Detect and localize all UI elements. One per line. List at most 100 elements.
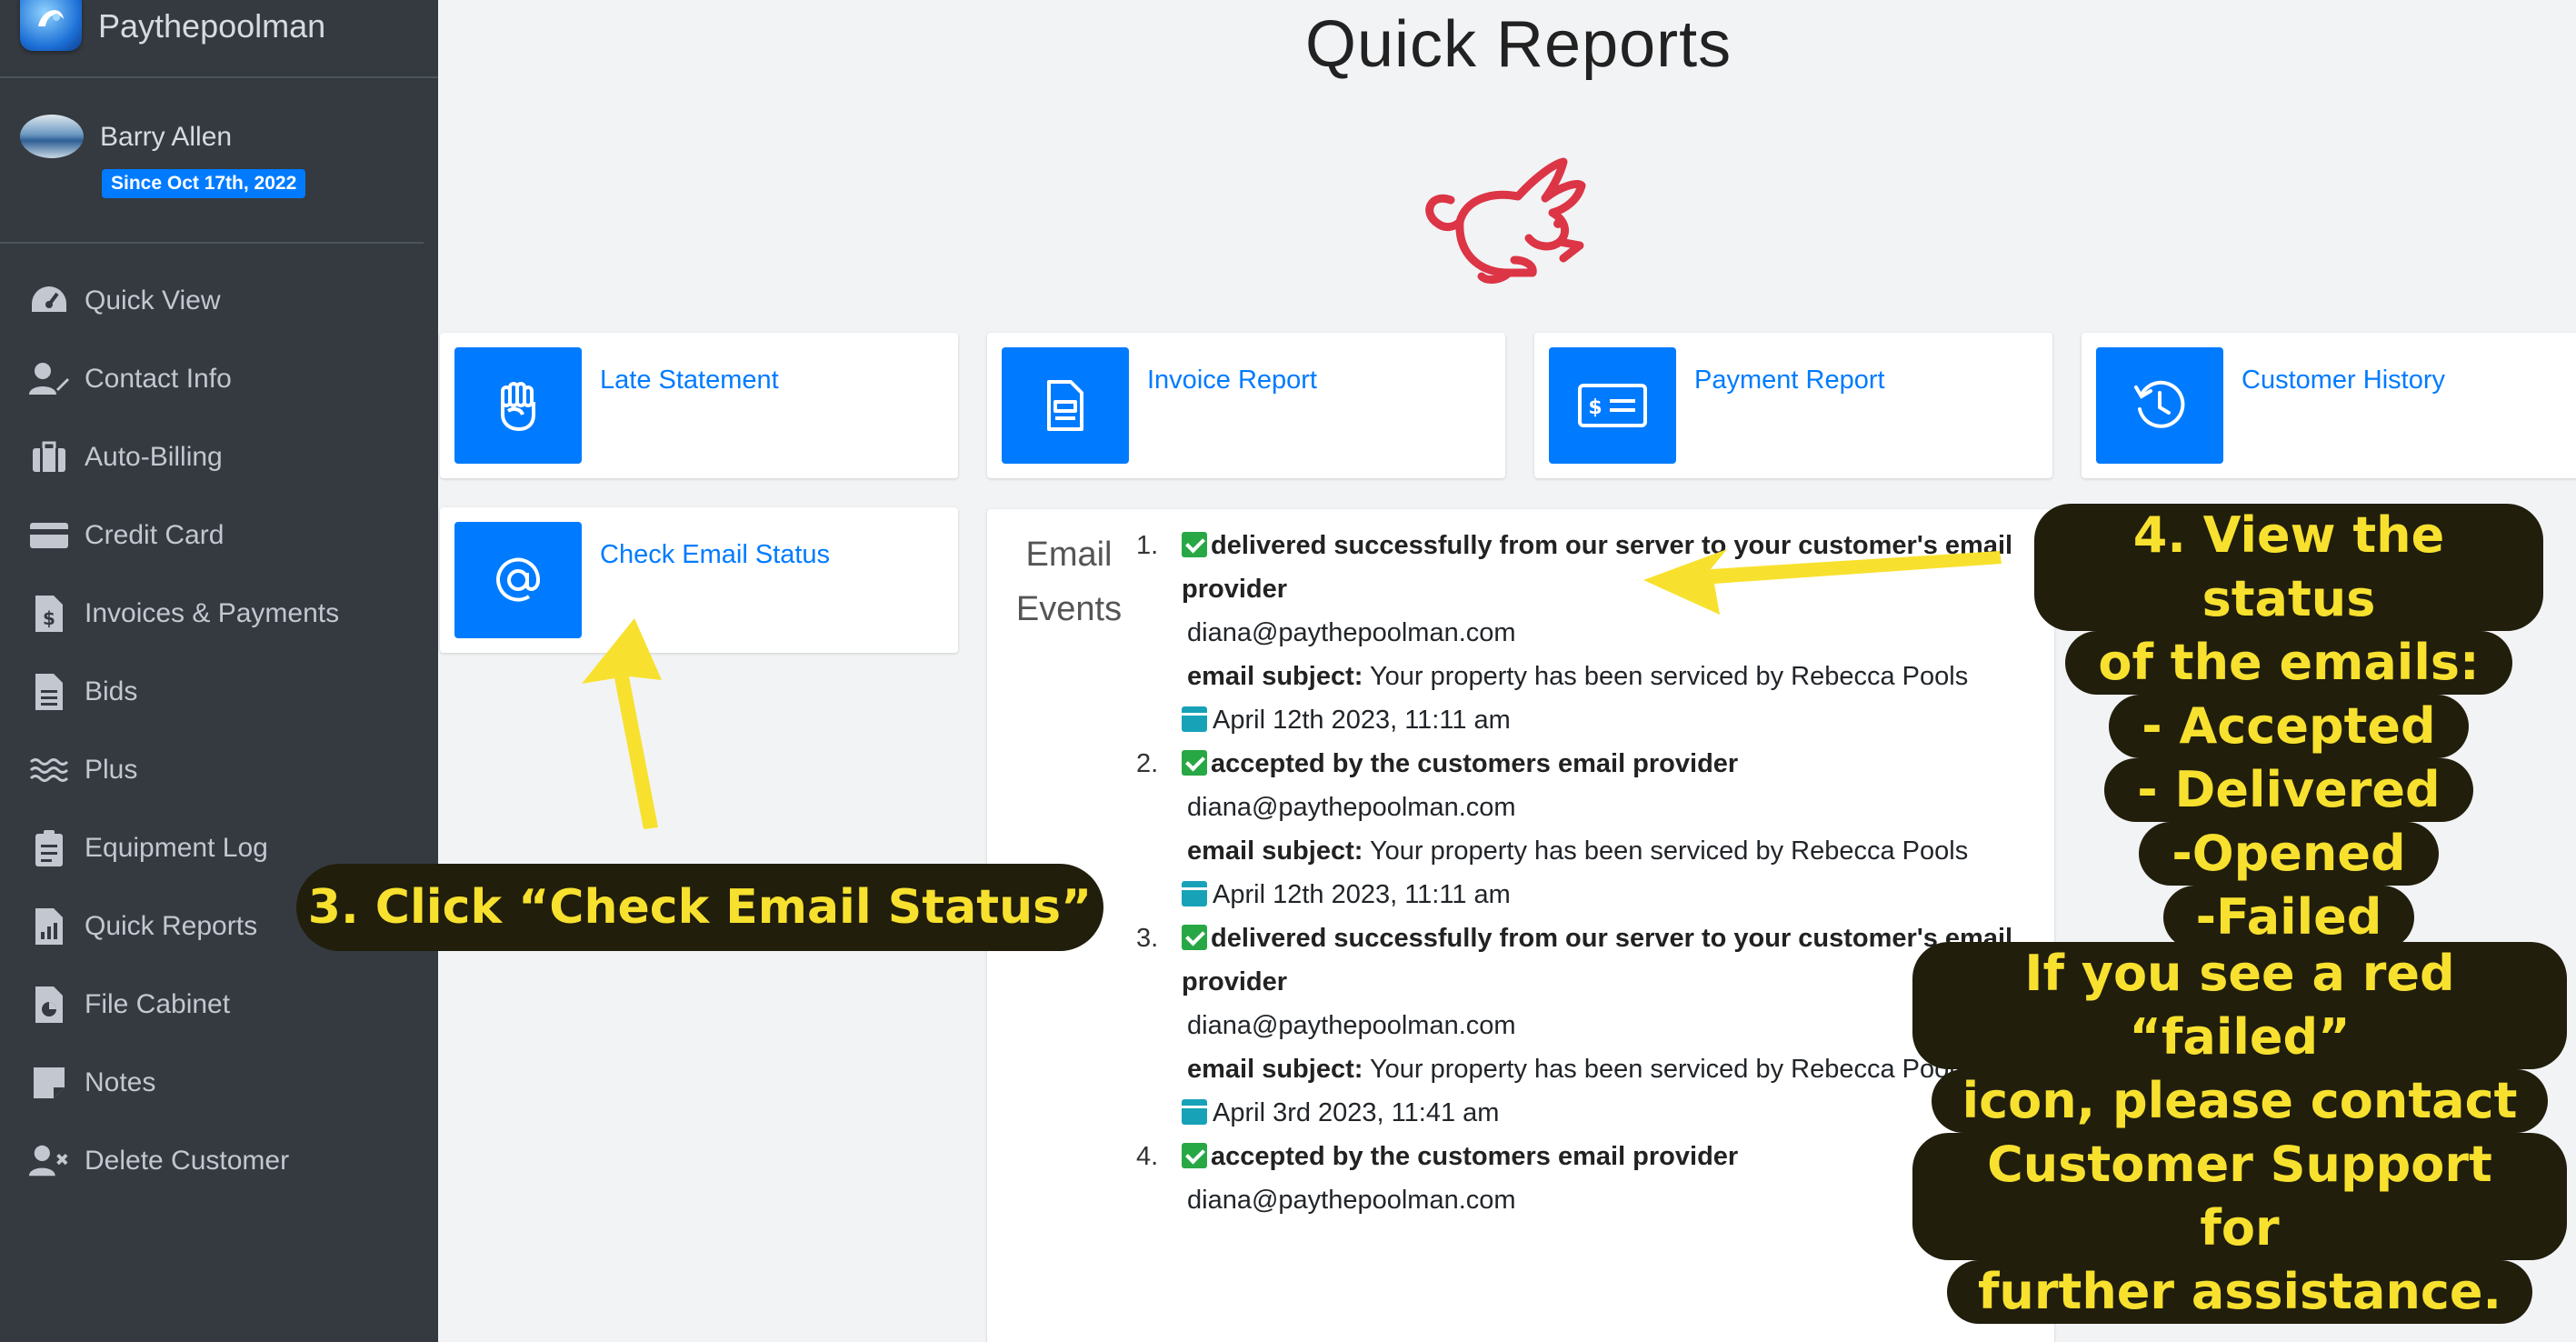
check-icon	[1182, 532, 1207, 557]
event-date: April 3rd 2023, 11:41 am	[1213, 1098, 1500, 1127]
subject-label: email subject:	[1187, 662, 1363, 691]
note-line: Customer Support for	[1912, 1133, 2567, 1260]
sidebar-item-label: Invoices & Payments	[85, 598, 340, 628]
event-email: diana@paythepoolman.com	[1187, 1186, 1516, 1215]
file-chart-icon	[29, 906, 69, 946]
event-number: 1.	[1136, 531, 1159, 560]
list-item: 1. delivered successfully from our serve…	[1136, 524, 2036, 742]
sticky-note-icon	[29, 1063, 69, 1103]
card-label: Invoice Report	[1147, 366, 1317, 395]
card-label: Payment Report	[1694, 366, 1885, 395]
sidebar-item-label: File Cabinet	[85, 989, 231, 1019]
sidebar-item-contact-info[interactable]: Contact Info	[0, 347, 438, 411]
sidebar-item-file-cabinet[interactable]: File Cabinet	[0, 973, 438, 1037]
brand-logo-icon	[20, 0, 82, 51]
failed-note-callout: If you see a red “failed” icon, please c…	[1912, 942, 2567, 1324]
sidebar-item-credit-card[interactable]: Credit Card	[0, 504, 438, 567]
list-item: 3. delivered successfully from our serve…	[1136, 916, 2036, 1135]
user-panel: Barry Allen Since Oct 17th, 2022	[0, 78, 424, 244]
list-item: 4. accepted by the customers email provi…	[1136, 1135, 2036, 1222]
page-title: Quick Reports	[1305, 8, 1732, 81]
check-icon	[1182, 1143, 1207, 1168]
check-icon	[1182, 925, 1207, 950]
subject-label: email subject:	[1187, 1055, 1363, 1084]
event-date: April 12th 2023, 11:11 am	[1213, 706, 1511, 735]
at-icon	[454, 522, 582, 638]
sidebar-item-invoices-payments[interactable]: $ Invoices & Payments	[0, 582, 438, 646]
clipboard-list-icon	[29, 828, 69, 868]
email-events-list: 1. delivered successfully from our serve…	[1136, 524, 2036, 1222]
calendar-icon	[1182, 1099, 1207, 1125]
event-subject: Your property has been serviced by Rebec…	[1369, 836, 1969, 866]
customer-history-card[interactable]: Customer History	[2082, 333, 2576, 478]
svg-text:$: $	[43, 607, 55, 629]
event-number: 3.	[1136, 924, 1159, 953]
sidebar: Paythepoolman Barry Allen Since Oct 17th…	[0, 0, 438, 1342]
event-email: diana@paythepoolman.com	[1187, 793, 1516, 822]
subject-label: email subject:	[1187, 836, 1363, 866]
event-status: delivered successfully from our server t…	[1182, 531, 2013, 604]
sidebar-item-label: Equipment Log	[85, 833, 268, 863]
card-label: Check Email Status	[600, 540, 831, 569]
sidebar-item-label: Contact Info	[85, 364, 232, 394]
list-item: 2. accepted by the customers email provi…	[1136, 742, 2036, 916]
payment-report-card[interactable]: $ Payment Report	[1534, 333, 2052, 478]
history-icon	[2096, 347, 2223, 464]
event-date: April 12th 2023, 11:11 am	[1213, 880, 1511, 909]
user-name[interactable]: Barry Allen	[100, 122, 232, 153]
step4-line: -Failed	[2162, 886, 2415, 949]
sidebar-item-plus[interactable]: Plus	[0, 738, 438, 802]
brand[interactable]: Paythepoolman	[0, 0, 438, 78]
sidebar-item-label: Auto-Billing	[85, 442, 223, 472]
note-line: icon, please contact	[1931, 1069, 2549, 1133]
sidebar-item-label: Bids	[85, 676, 138, 706]
money-check-icon: $	[1549, 347, 1676, 464]
invoice-report-card[interactable]: Invoice Report	[987, 333, 1505, 478]
sidebar-item-quick-view[interactable]: Quick View	[0, 269, 438, 333]
sidebar-item-delete-customer[interactable]: Delete Customer	[0, 1129, 438, 1193]
sidebar-item-label: Credit Card	[85, 520, 225, 550]
calendar-icon	[1182, 881, 1207, 906]
sidebar-item-label: Notes	[85, 1067, 156, 1097]
card-label: Late Statement	[600, 366, 779, 395]
event-number: 4.	[1136, 1142, 1159, 1171]
email-events-title: Email Events	[1015, 536, 1123, 628]
sidebar-item-auto-billing[interactable]: Auto-Billing	[0, 426, 438, 489]
step4-line: - Accepted	[2109, 695, 2469, 758]
event-email: diana@paythepoolman.com	[1187, 618, 1516, 647]
sidebar-item-notes[interactable]: Notes	[0, 1051, 438, 1115]
late-statement-card[interactable]: Late Statement	[440, 333, 958, 478]
user-pen-icon	[29, 359, 69, 399]
event-subject: Your property has been serviced by Rebec…	[1369, 662, 1969, 691]
card-label: Customer History	[2242, 366, 2445, 395]
step4-line: 4. View the status	[2034, 504, 2543, 631]
user-x-icon	[29, 1141, 69, 1181]
event-status: delivered successfully from our server t…	[1182, 924, 2013, 996]
calendar-icon	[1182, 706, 1207, 732]
avatar	[20, 115, 84, 158]
since-badge: Since Oct 17th, 2022	[102, 169, 306, 198]
step4-line: of the emails:	[2065, 631, 2512, 695]
note-line: further assistance.	[1946, 1260, 2533, 1324]
event-number: 2.	[1136, 749, 1159, 778]
email-events-panel: Email Events 1. delivered successfully f…	[987, 509, 2054, 1342]
water-icon	[29, 750, 69, 790]
gauge-icon	[29, 281, 69, 321]
invoice-icon	[1002, 347, 1129, 464]
credit-card-icon	[29, 516, 69, 556]
check-icon	[1182, 750, 1207, 776]
event-email: diana@paythepoolman.com	[1187, 1011, 1516, 1040]
rabbit-icon	[1425, 157, 1586, 284]
event-subject: Your property has been serviced by Rebec…	[1369, 1055, 1969, 1084]
file-pie-icon	[29, 985, 69, 1025]
file-dollar-icon: $	[29, 594, 69, 634]
step4-callout: 4. View the status of the emails: - Acce…	[2034, 498, 2543, 955]
sidebar-item-label: Delete Customer	[85, 1146, 290, 1176]
sidebar-item-label: Quick Reports	[85, 911, 258, 941]
check-email-status-card[interactable]: Check Email Status	[440, 507, 958, 653]
sidebar-item-label: Plus	[85, 755, 138, 785]
fist-icon	[454, 347, 582, 464]
note-line: If you see a red “failed”	[1912, 942, 2567, 1069]
sidebar-item-bids[interactable]: Bids	[0, 660, 438, 724]
file-text-icon	[29, 672, 69, 712]
